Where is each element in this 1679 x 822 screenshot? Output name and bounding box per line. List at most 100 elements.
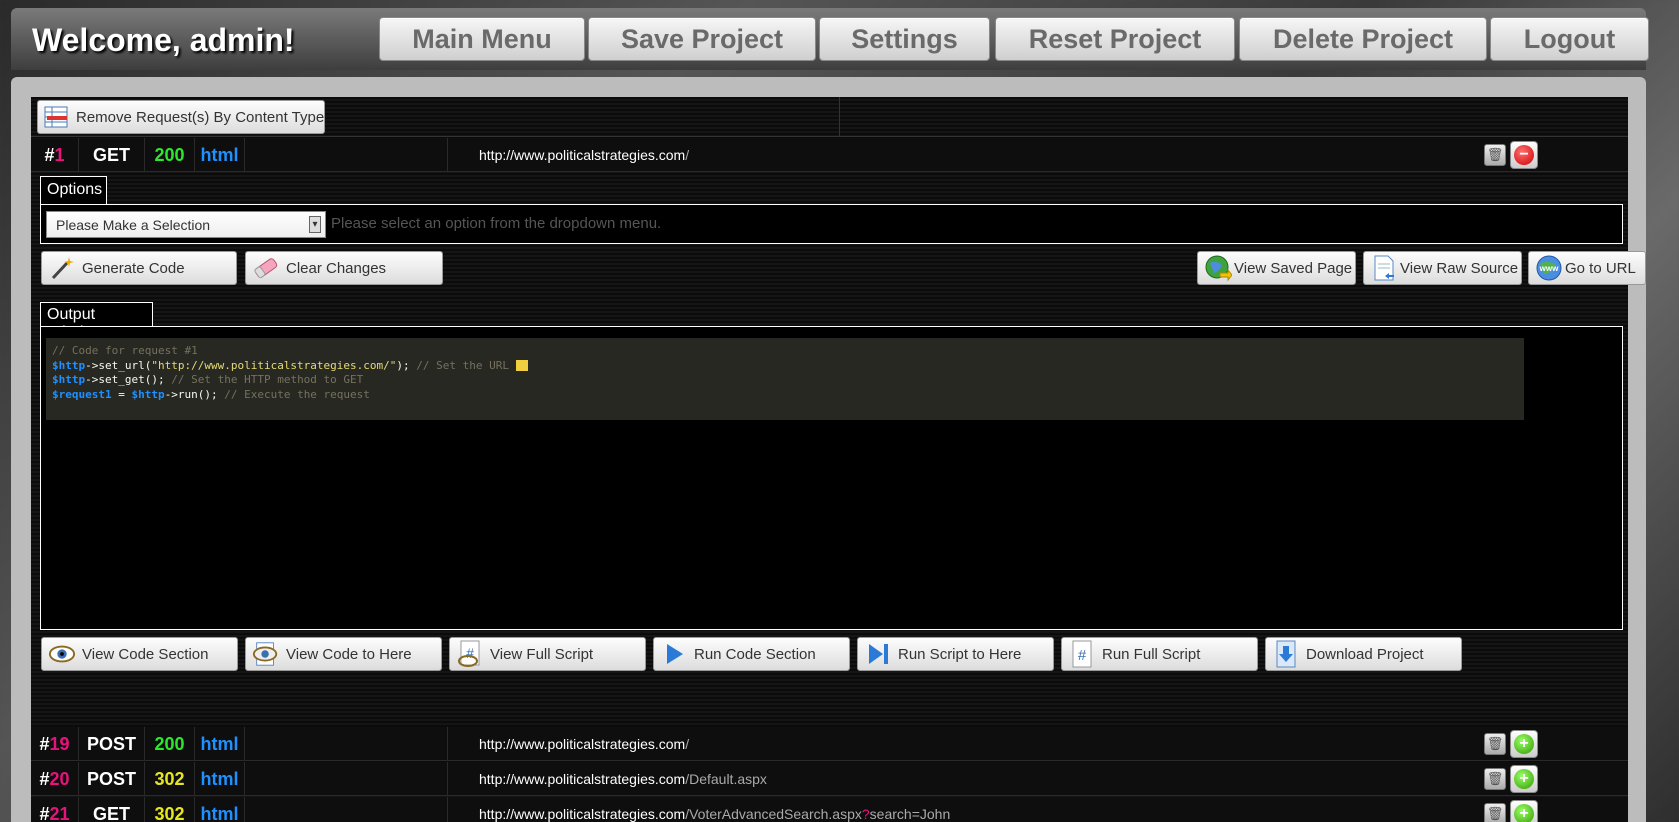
document-source-icon [1370, 254, 1398, 282]
play-icon [660, 640, 688, 668]
request-status: 302 [145, 797, 195, 822]
request-number: #1 [31, 138, 79, 172]
code-output: // Code for request #1 $http->set_url("h… [46, 338, 1524, 420]
minus-icon: − [1514, 145, 1534, 165]
step-forward-icon [864, 640, 892, 668]
download-project-button[interactable]: Download Project [1265, 637, 1462, 671]
option-select[interactable]: Please Make a Selection ▾ [46, 211, 326, 238]
request-method: POST [79, 727, 145, 761]
toolbar-row: Remove Request(s) By Content Type [31, 97, 1628, 137]
request-spacer [245, 797, 448, 822]
trash-icon[interactable]: 🗑 [1484, 733, 1506, 755]
eraser-icon [252, 254, 280, 282]
script-hash-icon: # [1068, 640, 1096, 668]
expand-request-button[interactable]: + [1510, 730, 1538, 758]
run-full-script-button[interactable]: # Run Full Script [1061, 637, 1258, 671]
request-row[interactable]: #20 POST 302 html http://www.politicalst… [31, 762, 1628, 796]
view-code-section-button[interactable]: View Code Section [41, 637, 238, 671]
globe-arrow-icon [1204, 254, 1232, 282]
plus-icon: + [1514, 804, 1534, 822]
view-saved-page-button[interactable]: View Saved Page [1197, 251, 1356, 285]
view-raw-source-label: View Raw Source [1400, 259, 1519, 277]
table-remove-icon [44, 103, 70, 131]
view-full-script-button[interactable]: # View Full Script [449, 637, 646, 671]
view-raw-source-button[interactable]: View Raw Source [1363, 251, 1522, 285]
collapse-request-button[interactable]: − [1510, 141, 1538, 169]
eye-icon [48, 640, 76, 668]
svg-text:#: # [1078, 647, 1087, 664]
toolbar-divider [839, 97, 840, 137]
main-panel: Remove Request(s) By Content Type #1 GET… [11, 77, 1646, 822]
expand-request-button[interactable]: + [1510, 765, 1538, 793]
download-project-label: Download Project [1306, 645, 1424, 663]
plus-icon: + [1514, 769, 1534, 789]
view-code-section-label: View Code Section [82, 645, 209, 663]
run-code-section-label: Run Code Section [694, 645, 816, 663]
magic-wand-icon [48, 254, 76, 282]
request-url: http://www.politicalstrategies.com / [479, 736, 690, 752]
request-method: GET [79, 138, 145, 172]
header-bar: Welcome, admin! Main Menu Save Project S… [11, 8, 1649, 70]
output-window-tab[interactable]: Output Window [40, 302, 153, 341]
svg-text:www: www [1539, 264, 1559, 273]
delete-project-button[interactable]: Delete Project [1239, 17, 1487, 61]
request-grid: Remove Request(s) By Content Type #1 GET… [31, 97, 1646, 822]
chevron-down-icon: ▾ [309, 216, 321, 233]
request-url: http://www.politicalstrategies.com/Voter… [479, 806, 951, 822]
request-spacer [245, 138, 448, 172]
request-number: #21 [31, 797, 79, 822]
script-icon: # [456, 640, 484, 668]
remove-by-content-type-label: Remove Request(s) By Content Type [76, 108, 325, 126]
generate-code-button[interactable]: Generate Code [41, 251, 237, 285]
request-spacer [245, 762, 448, 796]
welcome-message: Welcome, admin! [32, 22, 295, 58]
request-status: 302 [145, 762, 195, 796]
request-row[interactable]: #19 POST 200 html http://www.politicalst… [31, 727, 1628, 761]
request-row[interactable]: #21 GET 302 html http://www.politicalstr… [31, 797, 1628, 822]
reset-project-button[interactable]: Reset Project [995, 17, 1235, 61]
request-type: html [195, 138, 245, 172]
run-code-section-button[interactable]: Run Code Section [653, 637, 850, 671]
run-full-script-label: Run Full Script [1102, 645, 1201, 663]
go-to-url-button[interactable]: www Go to URL [1528, 251, 1646, 285]
view-code-to-here-button[interactable]: View Code to Here [245, 637, 442, 671]
trash-icon[interactable]: 🗑 [1484, 803, 1506, 822]
logout-button[interactable]: Logout [1490, 17, 1649, 61]
main-menu-button[interactable]: Main Menu [379, 17, 585, 61]
options-tab[interactable]: Options [40, 176, 107, 204]
expand-request-button[interactable]: + [1510, 800, 1538, 822]
request-method: GET [79, 797, 145, 822]
go-to-url-label: Go to URL [1565, 259, 1636, 277]
clear-changes-button[interactable]: Clear Changes [245, 251, 443, 285]
plus-icon: + [1514, 734, 1534, 754]
view-saved-page-label: View Saved Page [1234, 259, 1353, 277]
request-status: 200 [145, 727, 195, 761]
settings-button[interactable]: Settings [819, 17, 990, 61]
sticky-note-icon[interactable] [515, 360, 528, 371]
request-row-selected[interactable]: #1 GET 200 html http://www.politicalstra… [31, 138, 1628, 172]
request-number: #19 [31, 727, 79, 761]
view-full-script-label: View Full Script [490, 645, 594, 663]
save-project-button[interactable]: Save Project [588, 17, 816, 61]
request-type: html [195, 727, 245, 761]
svg-text:#: # [466, 645, 474, 661]
request-url: http://www.politicalstrategies.com/Defau… [479, 771, 767, 787]
view-code-to-here-label: View Code to Here [286, 645, 412, 663]
run-script-to-here-button[interactable]: Run Script to Here [857, 637, 1054, 671]
request-url: http://www.politicalstrategies.com / [479, 147, 690, 163]
generate-code-label: Generate Code [82, 259, 185, 277]
request-number: #20 [31, 762, 79, 796]
download-icon [1272, 640, 1300, 668]
eye-document-icon [252, 640, 280, 668]
request-status: 200 [145, 138, 195, 172]
trash-icon[interactable]: 🗑 [1484, 144, 1506, 166]
request-type: html [195, 797, 245, 822]
trash-icon[interactable]: 🗑 [1484, 768, 1506, 790]
request-type: html [195, 762, 245, 796]
remove-by-content-type-button[interactable]: Remove Request(s) By Content Type [37, 100, 325, 134]
clear-changes-label: Clear Changes [286, 259, 387, 277]
options-box: Please Make a Selection ▾ Please select … [40, 204, 1623, 244]
option-select-value: Please Make a Selection [56, 216, 211, 233]
run-script-to-here-label: Run Script to Here [898, 645, 1022, 663]
request-method: POST [79, 762, 145, 796]
